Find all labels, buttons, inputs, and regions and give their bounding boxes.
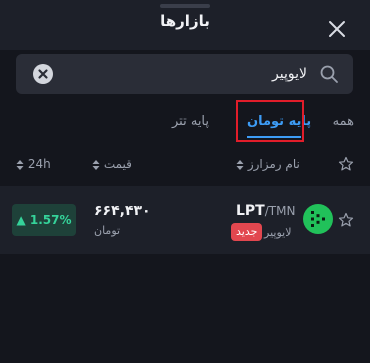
page-title: بازارها	[160, 12, 210, 30]
clear-icon[interactable]	[33, 64, 53, 84]
sort-icon	[16, 159, 24, 170]
search-input[interactable]	[77, 54, 307, 94]
market-tabs: همه پایه تومان پایه تتر	[0, 100, 370, 144]
column-name[interactable]: نام رمزارز	[236, 157, 300, 189]
close-icon[interactable]	[326, 18, 348, 40]
star-icon[interactable]	[338, 212, 354, 228]
search-icon	[320, 65, 338, 83]
quote-symbol: /TMN	[264, 204, 296, 218]
column-price[interactable]: قیمت	[92, 157, 132, 189]
change-badge: ▲ 1.57%	[12, 204, 76, 236]
coin-symbol: LPT	[236, 203, 265, 219]
column-name-label: نام رمزارز	[247, 157, 300, 171]
highlight-box	[236, 100, 304, 142]
tab-tether[interactable]: پایه تتر	[172, 114, 209, 129]
star-icon[interactable]	[338, 156, 354, 172]
column-price-label: قیمت	[103, 157, 132, 171]
price-value: ۶۶۴,۴۳۰	[94, 203, 151, 219]
sheet-header: بازارها	[0, 0, 370, 50]
tab-all[interactable]: همه	[333, 114, 354, 129]
sort-icon	[92, 159, 100, 170]
livepeer-icon	[303, 204, 333, 234]
coin-name: لایوپیر	[264, 226, 292, 239]
sort-icon	[236, 159, 244, 170]
column-change-label: 24h	[27, 157, 51, 171]
price-unit: تومان	[94, 224, 121, 237]
column-change[interactable]: 24h	[16, 157, 51, 189]
pair-symbol: LPT/TMN	[236, 203, 295, 219]
drag-handle[interactable]	[160, 4, 210, 8]
search-bar	[16, 54, 353, 94]
new-badge: جدید	[231, 223, 263, 241]
